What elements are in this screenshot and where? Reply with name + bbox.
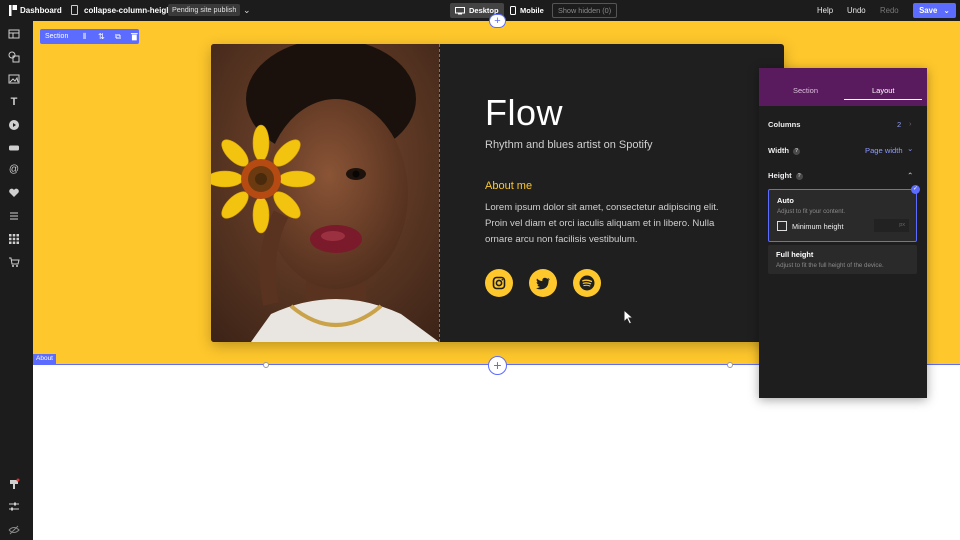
columns-value[interactable]: 2 [897,120,901,129]
twitter-button[interactable] [529,269,557,297]
shapes-icon[interactable] [8,51,20,63]
mobile-label: Mobile [520,6,544,15]
width-label-text: Width [768,146,790,155]
tab-layout[interactable]: Layout [872,86,895,95]
at-icon[interactable]: @ [8,164,20,176]
sort-icon[interactable]: ⇅ [97,32,106,41]
paint-icon[interactable] [8,478,20,490]
publish-status-badge: Pending site publish [168,4,241,16]
height-option-full[interactable]: Full height Adjust to fit the full heigh… [768,245,917,274]
redo-button[interactable]: Redo [880,6,899,15]
resize-handle-left[interactable] [263,362,269,368]
mouse-cursor-icon [623,309,634,325]
section-toolbar: Section ⫴ ⇅ ⧉ [40,29,139,44]
left-sidebar: T @ [0,21,33,540]
heart-icon[interactable] [8,187,20,199]
minimum-height-checkbox[interactable] [777,221,787,231]
artist-subtitle[interactable]: Rhythm and blues artist on Spotify [485,139,653,151]
sliders-icon[interactable] [8,501,20,513]
trash-icon[interactable] [130,32,139,41]
save-button[interactable]: Save ⌄ [913,3,956,18]
monitor-icon [455,6,465,14]
help-icon[interactable]: ? [795,172,803,180]
height-label-text: Height [768,171,792,180]
minimum-height-input[interactable]: px [874,219,909,232]
cart-icon[interactable] [8,256,20,268]
logo-icon[interactable] [9,5,17,16]
page-name[interactable]: collapse-column-height [84,6,174,15]
width-label: Width? [768,146,801,155]
play-icon[interactable] [8,119,20,131]
option-full-title: Full height [776,250,814,259]
chevron-up-icon[interactable]: ⌃ [907,171,913,180]
instagram-button[interactable] [485,269,513,297]
columns-icon[interactable]: ⫴ [80,32,89,41]
add-section-above-button[interactable]: + [489,14,506,28]
artist-title[interactable]: Flow [485,92,563,134]
button-icon[interactable] [8,142,20,154]
height-label: Height? [768,171,803,180]
section-tag[interactable]: About [33,354,56,364]
help-icon[interactable]: ? [793,147,801,155]
dashboard-link[interactable]: Dashboard [20,6,62,15]
portrait-image [211,44,439,342]
layout-settings-panel: Section Layout Columns 2 › Width? Page w… [759,68,927,398]
tab-section[interactable]: Section [793,86,818,95]
top-bar: Dashboard collapse-column-height Pending… [0,0,960,21]
image-icon[interactable] [8,73,20,85]
hide-icon[interactable] [8,524,20,536]
phone-icon [510,6,516,15]
undo-button[interactable]: Undo [847,6,866,15]
height-option-auto[interactable]: Auto Adjust to fit your content. Minimum… [768,189,917,242]
spotify-icon [579,275,595,291]
chevron-down-icon[interactable]: ⌄ [243,5,251,16]
width-value[interactable]: Page width [865,146,903,155]
artist-card[interactable]: Flow Rhythm and blues artist on Spotify … [211,44,784,342]
help-link[interactable]: Help [817,6,833,15]
text-icon[interactable]: T [8,96,20,108]
active-tab-indicator [844,99,922,100]
about-heading[interactable]: About me [485,180,532,192]
page-file-icon [71,5,78,15]
chevron-right-icon[interactable]: › [909,119,912,128]
columns-label: Columns [768,120,801,129]
add-section-button[interactable]: + [488,356,507,375]
px-unit-label: px [899,222,905,228]
column-divider[interactable] [439,44,440,342]
option-auto-desc: Adjust to fit your content. [777,208,846,215]
twitter-icon [535,277,550,289]
artist-photo[interactable] [211,44,439,342]
duplicate-icon[interactable]: ⧉ [114,32,123,41]
checkmark-icon: ✓ [911,185,920,194]
chevron-down-icon[interactable]: ⌄ [907,144,913,153]
grid-icon[interactable] [8,233,20,245]
list-icon[interactable] [8,210,20,222]
minimum-height-label: Minimum height [792,222,844,231]
save-label: Save [919,6,938,15]
spotify-button[interactable] [573,269,601,297]
instagram-icon [492,276,506,290]
show-hidden-button[interactable]: Show hidden (0) [552,3,618,18]
section-toolbar-label[interactable]: Section [45,33,68,40]
about-body-text[interactable]: Lorem ipsum dolor sit amet, consectetur … [485,200,735,248]
option-full-desc: Adjust to fit the full height of the dev… [776,262,884,269]
mobile-mode-button[interactable]: Mobile [505,3,549,18]
option-auto-title: Auto [777,196,794,205]
panel-tabs: Section Layout [759,68,927,106]
chevron-down-icon[interactable]: ⌄ [943,6,950,15]
layout-icon[interactable] [8,28,20,40]
resize-handle-right[interactable] [727,362,733,368]
